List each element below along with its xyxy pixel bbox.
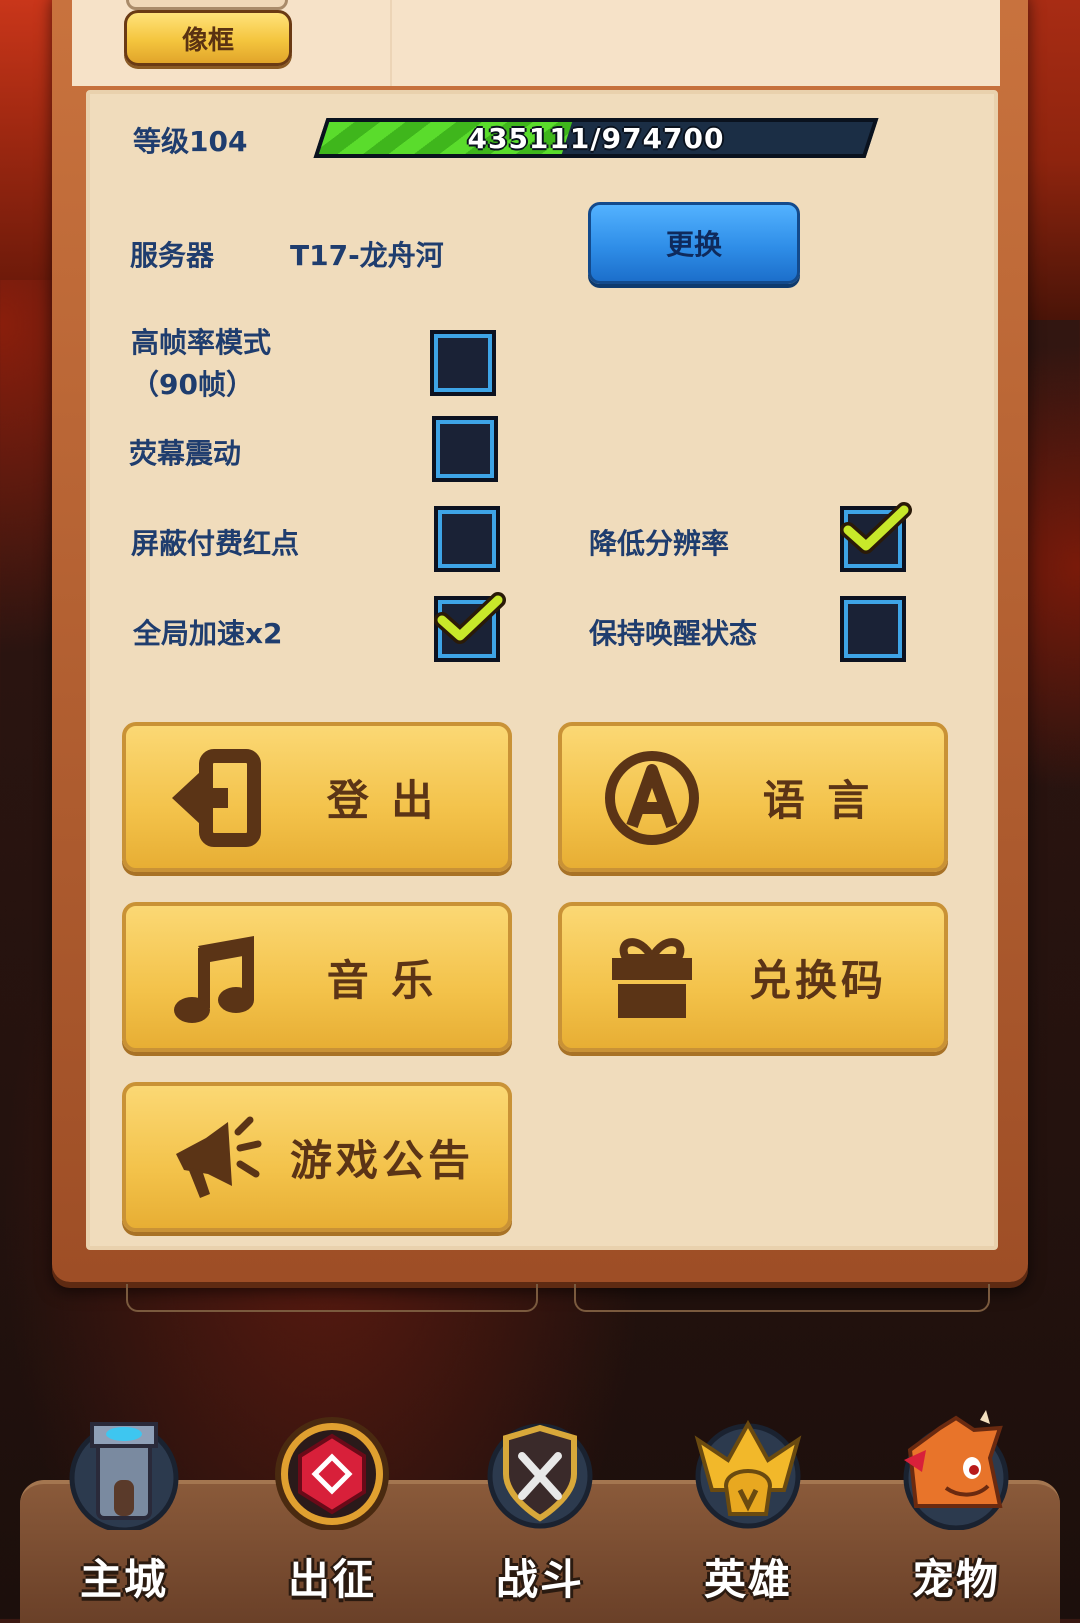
keep-awake-label: 保持唤醒状态 [589, 617, 758, 650]
high-fps-label: 高帧率模式（90帧） [131, 326, 272, 401]
announcement-button[interactable]: 游戏公告 [122, 1082, 512, 1232]
tab-placeholder [126, 0, 288, 10]
server-label: 服务器 [130, 239, 215, 272]
logout-label: 登 出 [326, 775, 438, 825]
announcement-label: 游戏公告 [289, 1135, 474, 1185]
crossed-swords-shield-icon [487, 1423, 593, 1529]
header-divider [390, 0, 392, 86]
nav-battle-label: 战斗 [495, 1555, 584, 1604]
red-gem-emblem-icon [275, 1417, 389, 1530]
level-label: 等级104 [133, 125, 248, 158]
nav-expedition-label: 出征 [287, 1555, 376, 1604]
nav-heroes-label: 英雄 [703, 1555, 792, 1604]
golden-helmet-icon [694, 1419, 802, 1529]
xp-progress-text: 435111/974700 [467, 121, 725, 155]
castle-tower-icon [69, 1422, 179, 1530]
redeem-code-label: 兑换码 [748, 955, 887, 1005]
screen-shake-label: 荧幕震动 [129, 437, 242, 470]
nav-heroes[interactable]: 英雄 [668, 1400, 828, 1610]
logout-button[interactable]: 登 出 [122, 722, 512, 872]
logout-icon [172, 749, 261, 847]
gift-icon [612, 938, 692, 1018]
server-value: T17-龙舟河 [290, 239, 444, 272]
nav-pets[interactable]: 宠物 [876, 1400, 1036, 1610]
global-speed-checkbox[interactable] [434, 592, 506, 662]
hidden-panel-edge-left [126, 1284, 538, 1312]
nav-battle[interactable]: 战斗 [460, 1400, 620, 1610]
music-note-icon [174, 936, 254, 1023]
music-button[interactable]: 音 乐 [122, 902, 512, 1052]
nav-pets-label: 宠物 [911, 1555, 1000, 1604]
checkmark-icon [840, 502, 912, 554]
language-icon [605, 751, 699, 845]
nav-main-city[interactable]: 主城 [44, 1400, 204, 1610]
hide-pay-dot-checkbox[interactable] [434, 506, 500, 572]
dragon-pet-icon [903, 1410, 1009, 1530]
lava-background-right [1020, 0, 1080, 320]
global-speed-label: 全局加速x2 [133, 617, 283, 650]
high-fps-checkbox[interactable] [430, 330, 496, 396]
lava-background-left [0, 0, 60, 280]
language-button[interactable]: 语 言 [558, 722, 948, 872]
nav-expedition[interactable]: 出征 [252, 1400, 412, 1610]
checkmark-icon [434, 592, 506, 644]
tab-avatar-frame[interactable]: 像框 [124, 10, 292, 66]
change-server-button[interactable]: 更换 [588, 202, 800, 284]
hidden-panel-edge-right [574, 1284, 990, 1312]
lower-resolution-checkbox[interactable] [840, 502, 912, 572]
megaphone-icon [176, 1116, 262, 1198]
screen-shake-checkbox[interactable] [432, 416, 498, 482]
settings-panel-body [86, 90, 998, 1250]
music-label: 音 乐 [326, 955, 438, 1005]
nav-main-city-label: 主城 [79, 1555, 168, 1604]
lower-resolution-label: 降低分辨率 [589, 527, 730, 560]
keep-awake-checkbox[interactable] [840, 596, 906, 662]
hide-pay-dot-label: 屏蔽付费红点 [131, 527, 300, 560]
redeem-code-button[interactable]: 兑换码 [558, 902, 948, 1052]
language-label: 语 言 [762, 775, 874, 825]
